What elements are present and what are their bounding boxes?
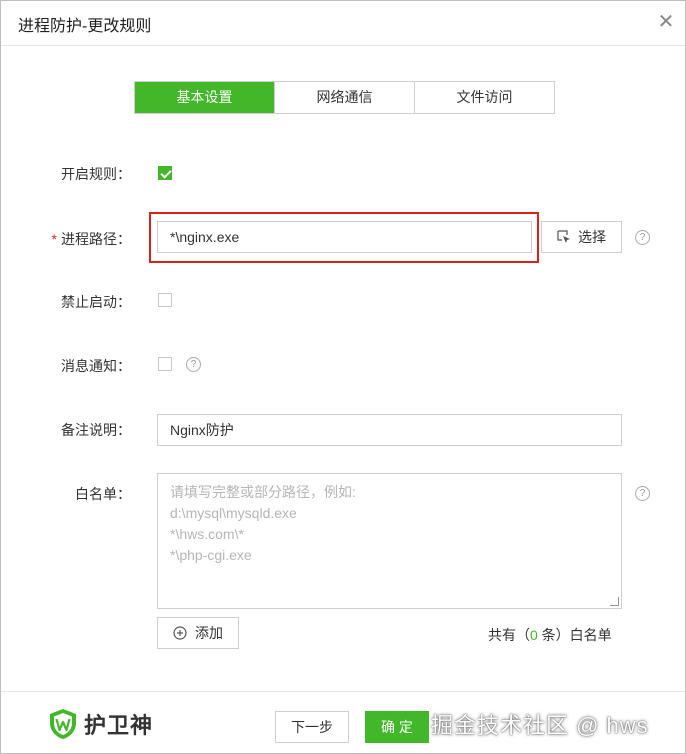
count-prefix: 共有（ [488, 627, 530, 643]
add-button-label: 添加 [195, 625, 223, 641]
plus-circle-icon [173, 626, 187, 640]
tab-bar: 基本设置 网络通信 文件访问 [134, 81, 555, 114]
question-circle-icon[interactable]: ? [635, 230, 650, 245]
add-button[interactable]: 添加 [157, 617, 239, 649]
rule-dialog: 进程防护-更改规则 ✕ 基本设置 网络通信 文件访问 开启规则： * 进程路径： … [0, 0, 686, 754]
cursor-select-icon [557, 230, 570, 243]
enable-rule-checkbox[interactable] [158, 166, 172, 180]
whitelist-textarea[interactable]: 请填写完整或部分路径，例如: d:\mysql\mysqld.exe *\hws… [157, 473, 622, 609]
placeholder-line: *\hws.com\* [170, 526, 244, 542]
process-path-label-text: 进程路径： [61, 231, 131, 247]
notify-label: 消息通知： [61, 358, 131, 374]
remark-input[interactable]: Nginx防护 [157, 414, 622, 446]
tab-file-access[interactable]: 文件访问 [414, 82, 554, 113]
question-circle-icon[interactable]: ? [186, 357, 201, 372]
forbid-start-checkbox[interactable] [158, 293, 172, 307]
placeholder-line: 请填写完整或部分路径，例如: [170, 484, 356, 500]
question-circle-icon[interactable]: ? [635, 486, 650, 501]
process-path-input[interactable]: *\nginx.exe [157, 221, 532, 253]
dialog-title: 进程防护-更改规则 [18, 18, 152, 35]
whitelist-count: 共有（0 条）白名单 [488, 625, 612, 645]
title-bar: 进程防护-更改规则 ✕ [1, 1, 685, 46]
required-mark: * [51, 231, 57, 247]
next-step-button[interactable]: 下一步 [275, 711, 349, 743]
notify-checkbox[interactable] [158, 357, 172, 371]
whitelist-label: 白名单： [75, 486, 131, 502]
placeholder-line: *\php-cgi.exe [170, 547, 252, 563]
select-button[interactable]: 选择 [541, 221, 622, 253]
watermark-text: 掘金技术社区 @ hws [431, 713, 649, 738]
count-number: 0 [530, 627, 538, 643]
tab-network[interactable]: 网络通信 [274, 82, 414, 113]
tab-basic-settings[interactable]: 基本设置 [135, 82, 274, 113]
confirm-button[interactable]: 确 定 [365, 711, 429, 743]
count-suffix: 条）白名单 [537, 627, 612, 643]
process-path-label: * 进程路径： [11, 229, 131, 249]
shield-w-icon [50, 709, 76, 739]
placeholder-line: d:\mysql\mysqld.exe [170, 505, 297, 521]
resize-handle[interactable] [610, 597, 619, 606]
select-button-label: 选择 [578, 229, 606, 245]
brand-logo: 护卫神 [48, 708, 153, 740]
enable-rule-label: 开启规则： [61, 166, 131, 182]
forbid-start-label: 禁止启动： [61, 294, 131, 310]
brand-name: 护卫神 [84, 713, 154, 738]
close-icon[interactable]: ✕ [655, 11, 677, 33]
remark-label: 备注说明： [61, 422, 131, 438]
footer: 护卫神 下一步 确 定 掘金技术社区 @ hws [1, 691, 685, 754]
